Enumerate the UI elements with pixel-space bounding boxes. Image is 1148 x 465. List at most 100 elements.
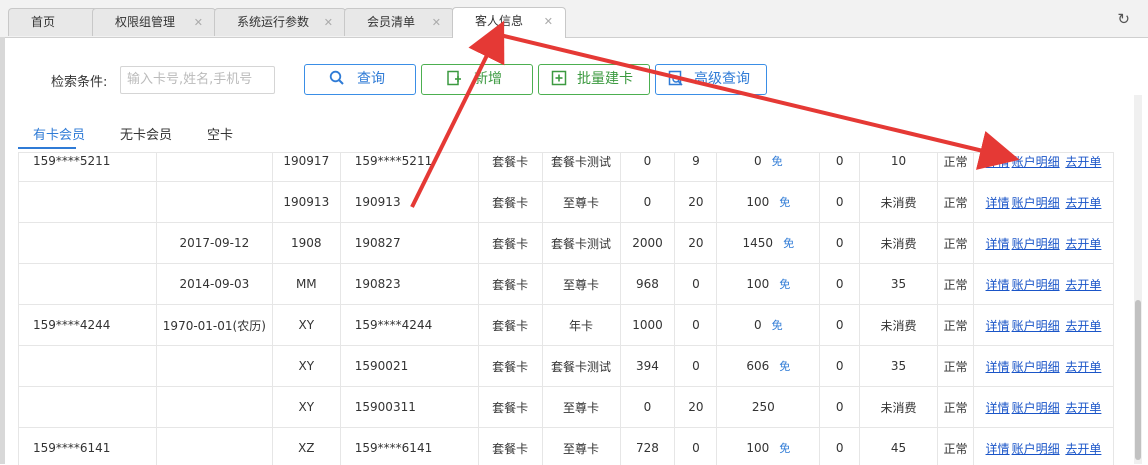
open-bill-link[interactable]: 去开单 (1065, 442, 1101, 456)
detail-link[interactable]: 详情 (986, 278, 1010, 292)
cell-value: 0 (836, 154, 844, 168)
open-bill-link[interactable]: 去开单 (1065, 278, 1101, 292)
table-cell: 159****6141 (340, 428, 478, 465)
table-cell: 1590021 (340, 346, 478, 387)
cell-value: 0 (754, 154, 762, 168)
scrollbar-thumb[interactable] (1135, 300, 1141, 460)
table-cell: 0 (675, 428, 717, 465)
close-icon[interactable]: ✕ (432, 9, 441, 36)
account-detail-link[interactable]: 账户明细 (1012, 319, 1060, 333)
account-detail-link[interactable]: 账户明细 (1012, 196, 1060, 210)
table-cell: 1450免 (717, 223, 820, 264)
table-cell: 45 (860, 428, 938, 465)
subtab-card-members[interactable]: 有卡会员 (33, 124, 85, 143)
add-button[interactable]: 新增 (421, 64, 533, 95)
account-detail-link[interactable]: 账户明细 (1012, 155, 1060, 169)
open-bill-link[interactable]: 去开单 (1065, 196, 1101, 210)
table-cell: 套餐卡测试 (542, 346, 620, 387)
cell-value: 159****6141 (33, 441, 110, 455)
account-detail-link[interactable]: 账户明细 (1012, 360, 1060, 374)
table-cell (19, 387, 157, 428)
cell-value: 套餐卡 (492, 155, 528, 169)
account-detail-link[interactable]: 账户明细 (1012, 442, 1060, 456)
cell-value: 0 (692, 318, 700, 332)
advanced-query-button[interactable]: 高级查询 (655, 64, 767, 95)
detail-link[interactable]: 详情 (986, 155, 1010, 169)
open-bill-link[interactable]: 去开单 (1065, 319, 1101, 333)
tab-home[interactable]: 首页 (8, 8, 98, 36)
table-cell (19, 264, 157, 305)
account-detail-link[interactable]: 账户明细 (1012, 401, 1060, 415)
table-cell: 套餐卡 (478, 305, 542, 346)
tab-guest-info[interactable]: 客人信息 ✕ (452, 7, 566, 38)
close-icon[interactable]: ✕ (544, 8, 553, 35)
cell-value: 0 (836, 195, 844, 209)
batch-create-card-button[interactable]: 批量建卡 (538, 64, 650, 95)
account-detail-link[interactable]: 账户明细 (1012, 278, 1060, 292)
table-cell: 至尊卡 (542, 264, 620, 305)
subtab-no-card-members[interactable]: 无卡会员 (120, 124, 172, 143)
table-cell: 100免 (717, 428, 820, 465)
account-detail-link[interactable]: 账户明细 (1012, 237, 1060, 251)
row-actions: 详情账户明细 去开单 (973, 152, 1113, 182)
cell-value: 606 (746, 359, 769, 373)
member-table: 159****5211190917159****5211套餐卡套餐卡测试090免… (18, 152, 1114, 465)
close-icon[interactable]: ✕ (194, 9, 203, 36)
cell-value: 0 (692, 441, 700, 455)
cell-value: 至尊卡 (563, 278, 599, 292)
cell-value: 9 (692, 154, 700, 168)
subtab-empty-card[interactable]: 空卡 (207, 124, 233, 143)
table-cell: 35 (860, 264, 938, 305)
cell-value: 未消费 (881, 196, 917, 210)
table-cell: 35 (860, 346, 938, 387)
detail-link[interactable]: 详情 (986, 360, 1010, 374)
cell-value: 套餐卡 (492, 237, 528, 251)
table-cell: 0 (820, 346, 860, 387)
cell-value: 968 (636, 277, 659, 291)
table-cell: 套餐卡 (478, 387, 542, 428)
table-cell: 728 (620, 428, 675, 465)
refresh-icon[interactable]: ↻ (1117, 10, 1130, 28)
close-icon[interactable]: ✕ (324, 9, 333, 36)
detail-link[interactable]: 详情 (986, 319, 1010, 333)
cell-value: 394 (636, 359, 659, 373)
cell-value: 0 (644, 400, 652, 414)
tab-label: 会员清单 (367, 9, 415, 36)
row-actions: 详情账户明细 去开单 (973, 223, 1113, 264)
cell-value: 15900311 (355, 400, 416, 414)
tab-permission-group[interactable]: 权限组管理 ✕ (92, 8, 216, 36)
table-cell: 0 (675, 305, 717, 346)
cell-value: 正常 (943, 196, 967, 210)
cell-value: 190823 (355, 277, 401, 291)
table-cell: 0 (675, 264, 717, 305)
table-cell: 190827 (340, 223, 478, 264)
exempt-badge: 免 (772, 155, 783, 168)
cell-value: 0 (644, 195, 652, 209)
tab-bar: 首页 权限组管理 ✕ 系统运行参数 ✕ 会员清单 ✕ 客人信息 ✕ ↻ (0, 0, 1148, 38)
search-input[interactable]: 输入卡号,姓名,手机号 (120, 66, 275, 94)
table-cell: 190913 (272, 182, 340, 223)
table-cell: 正常 (938, 346, 974, 387)
table-row: 159****5211190917159****5211套餐卡套餐卡测试090免… (19, 152, 1114, 182)
cell-value: 2014-09-03 (179, 277, 249, 291)
detail-link[interactable]: 详情 (986, 196, 1010, 210)
detail-link[interactable]: 详情 (986, 442, 1010, 456)
detail-link[interactable]: 详情 (986, 237, 1010, 251)
cell-value: XY (299, 400, 315, 414)
open-bill-link[interactable]: 去开单 (1065, 360, 1101, 374)
detail-link[interactable]: 详情 (986, 401, 1010, 415)
table-cell: 1970-01-01(农历) (156, 305, 272, 346)
table-cell: 190823 (340, 264, 478, 305)
table-cell: XY (272, 305, 340, 346)
open-bill-link[interactable]: 去开单 (1065, 237, 1101, 251)
tab-system-params[interactable]: 系统运行参数 ✕ (214, 8, 346, 36)
table-cell: 9 (675, 152, 717, 182)
tab-member-list[interactable]: 会员清单 ✕ (344, 8, 454, 36)
exempt-badge: 免 (772, 319, 783, 332)
query-button[interactable]: 查询 (304, 64, 416, 95)
cell-value: 0 (836, 359, 844, 373)
open-bill-link[interactable]: 去开单 (1065, 155, 1101, 169)
table-cell (156, 387, 272, 428)
row-actions: 详情账户明细 去开单 (973, 305, 1113, 346)
open-bill-link[interactable]: 去开单 (1065, 401, 1101, 415)
